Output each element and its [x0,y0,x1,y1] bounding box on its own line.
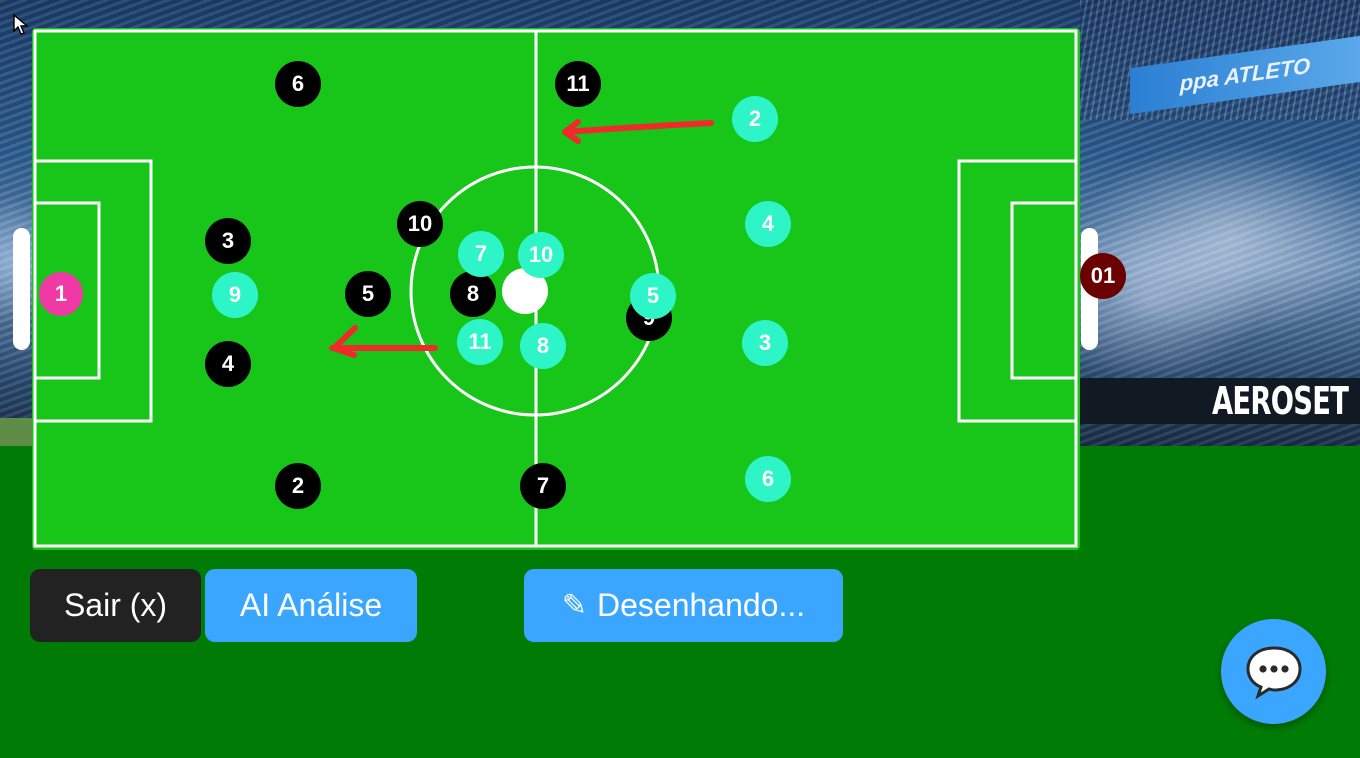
cyan-player[interactable]: 4 [745,201,791,247]
black-player[interactable]: 5 [345,271,391,317]
cyan-player[interactable]: 8 [520,323,566,369]
black-player[interactable]: 4 [205,341,251,387]
cyan-player[interactable]: 9 [212,272,258,318]
chat-button[interactable] [1221,619,1326,724]
black-player[interactable]: 7 [520,463,566,509]
ad-board: AEROSET [1080,378,1360,424]
left-resize-handle[interactable] [13,228,30,350]
exit-button[interactable]: Sair (x) [30,569,201,642]
goalkeeper-away[interactable]: 01 [1080,253,1126,299]
speech-bubble-icon [1245,645,1302,700]
cyan-player[interactable]: 5 [630,273,676,319]
mouse-cursor-icon [13,14,29,35]
black-player[interactable]: 3 [205,218,251,264]
draw-mode-button[interactable]: ✎ Desenhando... [524,569,843,642]
black-player[interactable]: 2 [275,463,321,509]
pencil-icon: ✎ [561,589,587,622]
cyan-player[interactable]: 2 [732,96,778,142]
black-player[interactable]: 11 [555,61,601,107]
cyan-player[interactable]: 11 [457,319,503,365]
cyan-player[interactable]: 3 [742,320,788,366]
stadium-banner-text: ppa ATLETO [1179,52,1311,97]
arrow-top [562,120,714,135]
cyan-player[interactable]: 7 [458,231,504,277]
black-player[interactable]: 8 [450,271,496,317]
ad-board-text: AEROSET [1211,379,1349,423]
draw-mode-label: Desenhando... [596,587,806,623]
cyan-player[interactable]: 6 [745,456,791,502]
goalkeeper-home[interactable]: 1 [39,272,83,316]
black-player[interactable]: 10 [397,201,443,247]
ai-analysis-button[interactable]: AI Análise [205,569,417,642]
cyan-player[interactable]: 10 [518,232,564,278]
black-player[interactable]: 6 [275,61,321,107]
stadium-grass [0,418,34,446]
